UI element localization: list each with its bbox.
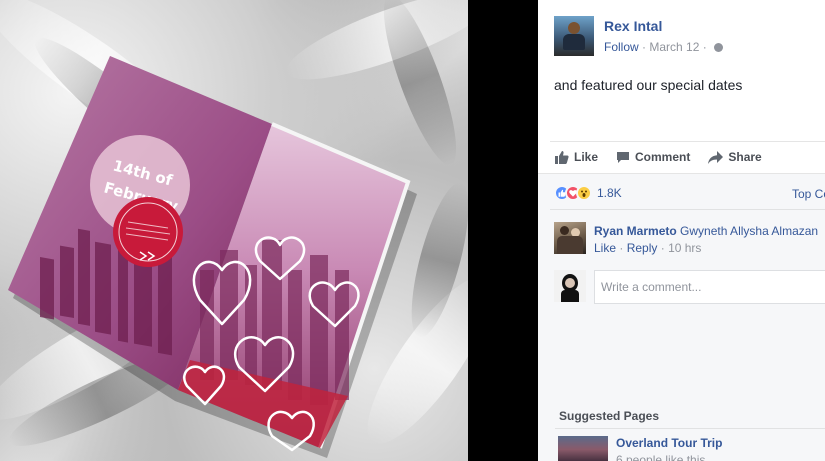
reactions-summary[interactable]: 1.8K — [554, 185, 622, 201]
comment-text-row: Ryan Marmeto Gwyneth Allysha Almazan — [594, 224, 818, 238]
comment-reply-link[interactable]: Reply — [627, 241, 658, 255]
magazine-spread: 14th of February — [8, 56, 417, 458]
commenter-name[interactable]: Ryan Marmeto — [594, 224, 677, 238]
like-button[interactable]: Like — [554, 149, 598, 165]
reaction-count[interactable]: 1.8K — [597, 186, 622, 200]
share-label: Share — [728, 150, 762, 164]
photo-letterbox — [468, 0, 538, 461]
author-name[interactable]: Rex Intal — [604, 18, 662, 34]
comment-actions: Like · Reply · 10 hrs — [594, 241, 701, 255]
comment-timestamp[interactable]: 10 hrs — [668, 241, 701, 255]
comment-like-link[interactable]: Like — [594, 241, 616, 255]
post-photo[interactable]: 14th of February — [0, 0, 468, 461]
meta-separator: · — [642, 40, 647, 54]
meta-separator: · — [702, 40, 707, 54]
reactions-and-comments: 1.8K Top Comments Ryan Marmeto Gwyneth A… — [538, 173, 825, 461]
comment-label: Comment — [635, 150, 691, 164]
current-user-avatar — [554, 270, 586, 302]
suggested-page-thumbnail[interactable] — [558, 436, 608, 461]
globe-icon[interactable] — [714, 43, 724, 52]
share-arrow-icon — [708, 150, 724, 164]
avatar-body — [563, 34, 585, 50]
post-text: and featured our special dates — [554, 77, 743, 93]
top-comments-dropdown[interactable]: Top Comments — [792, 187, 825, 201]
commenter-avatar[interactable] — [554, 222, 586, 254]
like-label: Like — [574, 150, 599, 164]
action-bar: Like Comment Share — [554, 149, 762, 165]
suggested-page-name[interactable]: Overland Tour Trip — [616, 436, 722, 450]
meta-separator: · — [660, 241, 665, 255]
suggested-pages-title: Suggested Pages — [559, 409, 660, 423]
speech-bubble-icon — [617, 151, 630, 163]
follow-link[interactable]: Follow — [604, 40, 639, 54]
meta-separator: · — [619, 241, 624, 255]
suggested-page-likes: 6 people like this — [616, 453, 706, 461]
divider — [550, 141, 825, 142]
divider — [555, 428, 825, 429]
author-avatar[interactable] — [554, 16, 594, 56]
post-sidebar: Rex Intal Follow · March 12 · and featur… — [538, 0, 825, 461]
thumbs-up-icon — [555, 151, 569, 164]
comment-input[interactable] — [594, 270, 825, 304]
comment-button[interactable]: Comment — [616, 149, 690, 165]
divider — [550, 209, 825, 210]
write-comment-row — [554, 270, 825, 304]
post-meta-row: Follow · March 12 · — [604, 40, 724, 54]
comment-item: Ryan Marmeto Gwyneth Allysha Almazan Lik… — [554, 222, 825, 262]
post-date[interactable]: March 12 — [649, 40, 699, 54]
avatar-head — [568, 22, 580, 34]
mentioned-user[interactable]: Gwyneth Allysha Almazan — [680, 224, 818, 238]
share-button[interactable]: Share — [708, 149, 762, 165]
wow-reaction-icon — [576, 185, 592, 201]
